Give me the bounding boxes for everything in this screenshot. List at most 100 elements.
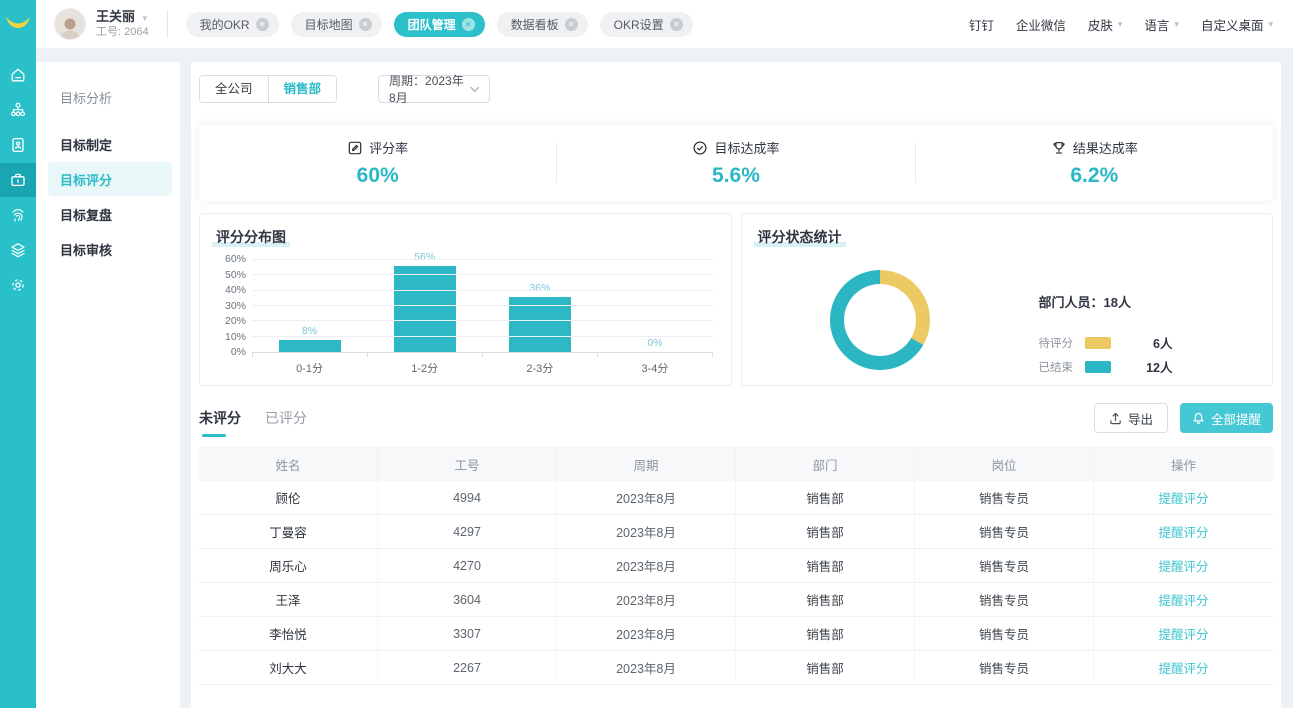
rail-briefcase-icon[interactable] bbox=[0, 163, 36, 197]
x-axis-label: 2-3分 bbox=[482, 360, 597, 376]
legend-swatch bbox=[1085, 361, 1111, 373]
sidebar-item-goal-setting[interactable]: 目标制定 bbox=[36, 127, 180, 161]
remind-score-link[interactable]: 提醒评分 bbox=[1158, 556, 1208, 575]
filter-row: 全公司 销售部 周期：2023年8月 bbox=[199, 75, 1273, 103]
table-row: 顾伦 4994 2023年8月 销售部 销售专员 提醒评分 bbox=[199, 481, 1273, 515]
remind-score-link[interactable]: 提醒评分 bbox=[1158, 522, 1208, 541]
tab-ungraded[interactable]: 未评分 bbox=[199, 408, 241, 428]
topbar-menu-item[interactable]: 自定义桌面 ▾ bbox=[1201, 15, 1273, 34]
remind-score-link[interactable]: 提醒评分 bbox=[1158, 488, 1208, 507]
workspace-tab[interactable]: 我的OKR ✕ bbox=[186, 12, 279, 37]
workspace-tab-label: 我的OKR bbox=[200, 16, 250, 33]
bar-value-label: 56% bbox=[367, 251, 482, 263]
charts-row: 评分分布图 0%10%20%30%40%50%60% 8%0-1分56%1-2分… bbox=[199, 213, 1273, 386]
upload-icon bbox=[1109, 412, 1122, 425]
topbar-menu-item[interactable]: 语言 ▾ bbox=[1144, 15, 1179, 34]
caret-down-icon: ▾ bbox=[1118, 19, 1123, 30]
stat-label: 评分率 bbox=[369, 138, 408, 157]
cell-department: 销售部 bbox=[736, 583, 915, 617]
cell-name: 周乐心 bbox=[199, 549, 378, 583]
chevron-down-icon bbox=[470, 86, 479, 93]
close-tab-icon[interactable]: ✕ bbox=[670, 18, 683, 31]
x-axis-label: 0-1分 bbox=[252, 360, 367, 376]
rail-gear-icon[interactable] bbox=[0, 268, 36, 302]
cell-employee-id: 2267 bbox=[378, 651, 557, 685]
cell-employee-id: 4297 bbox=[378, 515, 557, 549]
legend-label: 已结束 bbox=[1039, 359, 1085, 375]
topbar-menu-item[interactable]: 皮肤 ▾ bbox=[1088, 15, 1123, 34]
topbar-menu-item[interactable]: 企业微信 bbox=[1016, 15, 1066, 34]
top-right-menu: 钉钉 企业微信 皮肤 ▾ 语言 ▾ 自定义桌面 ▾ bbox=[969, 15, 1273, 34]
gridline bbox=[252, 290, 713, 291]
remind-score-link[interactable]: 提醒评分 bbox=[1158, 658, 1208, 677]
cell-department: 销售部 bbox=[736, 515, 915, 549]
bar-value-label: 0% bbox=[597, 337, 712, 349]
x-axis-tick bbox=[367, 353, 368, 357]
close-tab-icon[interactable]: ✕ bbox=[359, 18, 372, 31]
gridline bbox=[252, 259, 713, 260]
rail-doc-user-icon[interactable] bbox=[0, 128, 36, 162]
sidebar-item-goal-audit[interactable]: 目标审核 bbox=[36, 232, 180, 266]
donut-hole bbox=[844, 284, 916, 356]
cell-period: 2023年8月 bbox=[557, 651, 736, 685]
export-button[interactable]: 导出 bbox=[1094, 403, 1168, 433]
rail-fingerprint-icon[interactable] bbox=[0, 198, 36, 232]
gridline bbox=[252, 320, 713, 321]
cell-period: 2023年8月 bbox=[557, 549, 736, 583]
close-tab-icon[interactable]: ✕ bbox=[565, 18, 578, 31]
user-name[interactable]: 王关丽 ▾ bbox=[96, 9, 149, 25]
rail-org-icon[interactable] bbox=[0, 93, 36, 127]
period-select[interactable]: 周期：2023年8月 bbox=[378, 75, 490, 103]
scope-button-sales[interactable]: 销售部 bbox=[268, 76, 337, 102]
sidebar-item-goal-review[interactable]: 目标复盘 bbox=[36, 197, 180, 231]
workspace-tab[interactable]: 目标地图 ✕ bbox=[291, 12, 382, 37]
x-axis-label: 1-2分 bbox=[367, 360, 482, 376]
rail-layers-icon[interactable] bbox=[0, 233, 36, 267]
stat-score-rate: 评分率 60% bbox=[199, 125, 556, 201]
caret-down-icon: ▾ bbox=[1174, 19, 1179, 30]
y-axis-tick-label: 10% bbox=[208, 331, 246, 343]
stat-label: 结果达成率 bbox=[1073, 138, 1138, 157]
chart-title: 评分分布图 bbox=[216, 227, 286, 247]
remind-score-link[interactable]: 提醒评分 bbox=[1158, 590, 1208, 609]
tab-graded[interactable]: 已评分 bbox=[265, 408, 307, 428]
legend-value: 12人 bbox=[1111, 357, 1173, 376]
cell-department: 销售部 bbox=[736, 549, 915, 583]
scope-button-company[interactable]: 全公司 bbox=[200, 76, 268, 102]
avatar[interactable] bbox=[54, 8, 86, 40]
remind-all-button[interactable]: 全部提醒 bbox=[1180, 403, 1273, 433]
rail-home-icon[interactable] bbox=[0, 58, 36, 92]
workspace-tab-label: 数据看板 bbox=[511, 16, 559, 33]
table-header-cell: 岗位 bbox=[915, 447, 1094, 481]
dept-count-value: 18人 bbox=[1104, 295, 1131, 310]
cell-name: 丁曼容 bbox=[199, 515, 378, 549]
bar-chart-card: 评分分布图 0%10%20%30%40%50%60% 8%0-1分56%1-2分… bbox=[199, 213, 732, 386]
app-logo[interactable] bbox=[0, 0, 36, 48]
user-block: 王关丽 ▾ 工号: 2064 bbox=[96, 9, 149, 40]
cell-position: 销售专员 bbox=[915, 583, 1094, 617]
chart-title: 评分状态统计 bbox=[758, 227, 842, 247]
remind-score-link[interactable]: 提醒评分 bbox=[1158, 624, 1208, 643]
sidebar-list: 目标制定 目标评分 目标复盘 目标审核 bbox=[36, 127, 180, 266]
cell-position: 销售专员 bbox=[915, 617, 1094, 651]
stat-goal-completion: 目标达成率 5.6% bbox=[557, 125, 914, 201]
sidebar-item-goal-scoring[interactable]: 目标评分 bbox=[48, 162, 172, 196]
workspace-tab[interactable]: 数据看板 ✕ bbox=[497, 12, 588, 37]
x-axis-label: 3-4分 bbox=[597, 360, 712, 376]
trophy-icon bbox=[1051, 140, 1067, 156]
topbar-menu-item[interactable]: 钉钉 bbox=[969, 15, 994, 34]
cell-employee-id: 3307 bbox=[378, 617, 557, 651]
y-axis-tick-label: 0% bbox=[208, 346, 246, 358]
cell-period: 2023年8月 bbox=[557, 583, 736, 617]
workspace-tab[interactable]: OKR设置 ✕ bbox=[600, 12, 693, 37]
workspace-tab[interactable]: 团队管理 ✕ bbox=[394, 12, 485, 37]
person-icon bbox=[57, 15, 83, 39]
bar-value-label: 36% bbox=[482, 282, 597, 294]
x-axis-tick bbox=[252, 353, 253, 357]
table-row: 李怡悦 3307 2023年8月 销售部 销售专员 提醒评分 bbox=[199, 617, 1273, 651]
table-body: 顾伦 4994 2023年8月 销售部 销售专员 提醒评分 丁曼容 4297 2… bbox=[199, 481, 1273, 685]
close-tab-icon[interactable]: ✕ bbox=[256, 18, 269, 31]
caret-down-icon: ▾ bbox=[143, 13, 148, 23]
employee-id: 工号: 2064 bbox=[96, 26, 149, 39]
close-tab-icon[interactable]: ✕ bbox=[462, 18, 475, 31]
